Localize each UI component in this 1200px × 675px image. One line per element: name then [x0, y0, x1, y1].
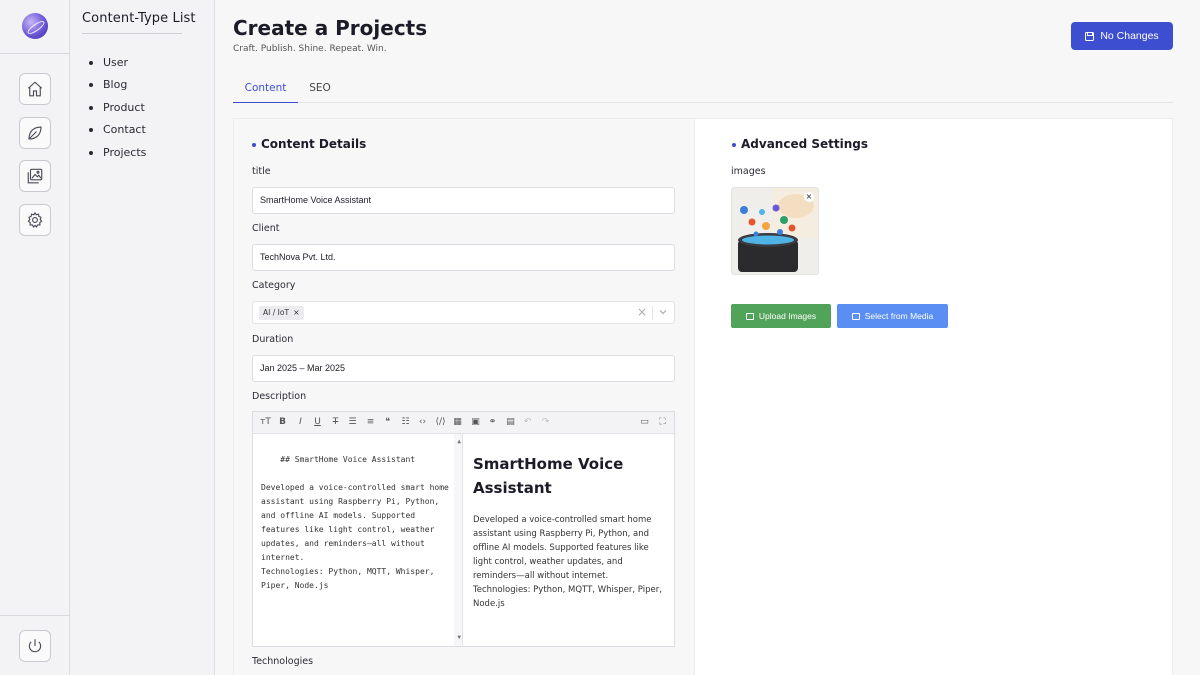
italic-icon[interactable]: I — [294, 416, 307, 429]
content-type-item-blog[interactable]: Blog — [88, 77, 146, 99]
divider — [82, 33, 182, 34]
clear-icon[interactable]: × — [637, 305, 647, 319]
technologies-label: Technologies — [252, 656, 314, 667]
settings-gear-icon — [27, 211, 43, 228]
content-type-item-projects[interactable]: Projects — [88, 145, 146, 167]
content-type-sidebar: Content-Type List User Blog Product Cont… — [70, 0, 215, 675]
title-label: title — [252, 166, 271, 177]
media-icon — [851, 312, 860, 320]
markdown-textarea[interactable]: ## SmartHome Voice Assistant Developed a… — [253, 434, 463, 646]
redo-icon[interactable]: ↷ — [539, 416, 552, 429]
tab-seo[interactable]: SEO — [303, 78, 337, 103]
save-button-label: No Changes — [1100, 30, 1159, 42]
app-logo[interactable] — [22, 13, 48, 39]
client-input[interactable]: TechNova Pvt. Ltd. — [252, 244, 675, 271]
image-icon[interactable]: ▣ — [469, 416, 482, 429]
scroll-down-icon[interactable]: ▼ — [457, 631, 461, 645]
page-subtitle: Craft. Publish. Shine. Repeat. Win. — [233, 44, 387, 54]
preview-toggle-icon[interactable]: ▭ — [638, 416, 651, 429]
settings-button[interactable] — [19, 204, 51, 236]
upload-images-button[interactable]: Upload Images — [731, 304, 831, 328]
chip-remove-icon[interactable]: × — [293, 308, 300, 317]
title-input[interactable]: SmartHome Voice Assistant — [252, 187, 675, 214]
home-icon — [27, 81, 43, 97]
preview-heading: SmartHome Voice Assistant — [473, 455, 624, 497]
category-chip-label: AI / IoT — [263, 308, 290, 317]
editor-toolbar: ᴛT B I U T ☰ ≡ ❝ ☷ ‹› ⟨/⟩ ▦ ▣ ⚭ ▤ ↶ ↷ ▭ … — [253, 412, 674, 434]
rail-divider — [0, 615, 69, 616]
images-label: images — [731, 166, 766, 177]
leaf-icon — [28, 126, 42, 140]
quote-icon[interactable]: ❝ — [381, 416, 394, 429]
upload-icon — [745, 312, 754, 320]
numbered-list-icon[interactable]: ≡ — [364, 416, 377, 429]
content-type-list: User Blog Product Contact Projects — [88, 55, 146, 167]
code-icon[interactable]: ‹› — [416, 416, 429, 429]
markdown-preview: SmartHome Voice Assistant Developed a vo… — [464, 434, 674, 646]
duration-input[interactable]: Jan 2025 – Mar 2025 — [252, 355, 675, 382]
category-chip[interactable]: AI / IoT × — [259, 306, 304, 320]
select-from-media-label: Select from Media — [864, 311, 934, 321]
chevron-down-icon[interactable] — [658, 305, 668, 319]
select-divider — [652, 306, 653, 320]
markdown-editor: ᴛT B I U T ☰ ≡ ❝ ☷ ‹› ⟨/⟩ ▦ ▣ ⚭ ▤ ↶ ↷ ▭ … — [252, 411, 675, 647]
advanced-settings-title: Advanced Settings — [731, 137, 869, 151]
clipboard-icon[interactable]: ▤ — [504, 416, 517, 429]
code-block-icon[interactable]: ⟨/⟩ — [434, 416, 447, 429]
power-icon — [28, 639, 42, 653]
heading-icon[interactable]: ᴛT — [259, 416, 272, 429]
media-library-icon — [27, 168, 43, 184]
leaf-button[interactable] — [19, 117, 51, 149]
editor-scrollbar[interactable]: ▲ ▼ — [454, 434, 462, 646]
undo-icon[interactable]: ↶ — [521, 416, 534, 429]
rail-divider — [0, 53, 69, 54]
table-icon[interactable]: ▦ — [451, 416, 464, 429]
tab-bar: Content SEO — [233, 78, 1173, 103]
home-button[interactable] — [19, 73, 51, 105]
content-type-list-title: Content-Type List — [82, 11, 196, 26]
fullscreen-icon[interactable]: ⛶ — [656, 416, 669, 429]
save-icon — [1085, 31, 1095, 41]
strikethrough-icon[interactable]: T — [329, 416, 342, 429]
client-label: Client — [252, 223, 280, 234]
page-title: Create a Projects — [233, 16, 428, 40]
category-select[interactable]: AI / IoT × × — [252, 301, 675, 324]
content-type-item-user[interactable]: User — [88, 55, 146, 77]
tab-content[interactable]: Content — [233, 78, 298, 103]
underline-icon[interactable]: U — [311, 416, 324, 429]
bullet-list-icon[interactable]: ☰ — [346, 416, 359, 429]
bold-icon[interactable]: B — [276, 416, 289, 429]
duration-label: Duration — [252, 334, 294, 345]
logout-button[interactable] — [19, 630, 51, 662]
content-type-item-product[interactable]: Product — [88, 100, 146, 122]
image-thumbnail[interactable]: × — [731, 187, 819, 275]
preview-body: Developed a voice-controlled smart home … — [473, 515, 662, 609]
media-library-button[interactable] — [19, 160, 51, 192]
icon-rail — [0, 0, 70, 675]
select-from-media-button[interactable]: Select from Media — [837, 304, 948, 328]
category-label: Category — [252, 280, 296, 291]
scroll-up-icon[interactable]: ▲ — [457, 435, 461, 449]
upload-images-label: Upload Images — [758, 311, 817, 321]
markdown-source: ## SmartHome Voice Assistant Developed a… — [261, 455, 449, 590]
content-type-item-contact[interactable]: Contact — [88, 122, 146, 144]
checklist-icon[interactable]: ☷ — [399, 416, 412, 429]
remove-image-icon[interactable]: × — [804, 192, 814, 202]
content-details-title: Content Details — [251, 137, 367, 151]
description-label: Description — [252, 391, 307, 402]
link-icon[interactable]: ⚭ — [486, 416, 499, 429]
save-button[interactable]: No Changes — [1071, 22, 1173, 50]
